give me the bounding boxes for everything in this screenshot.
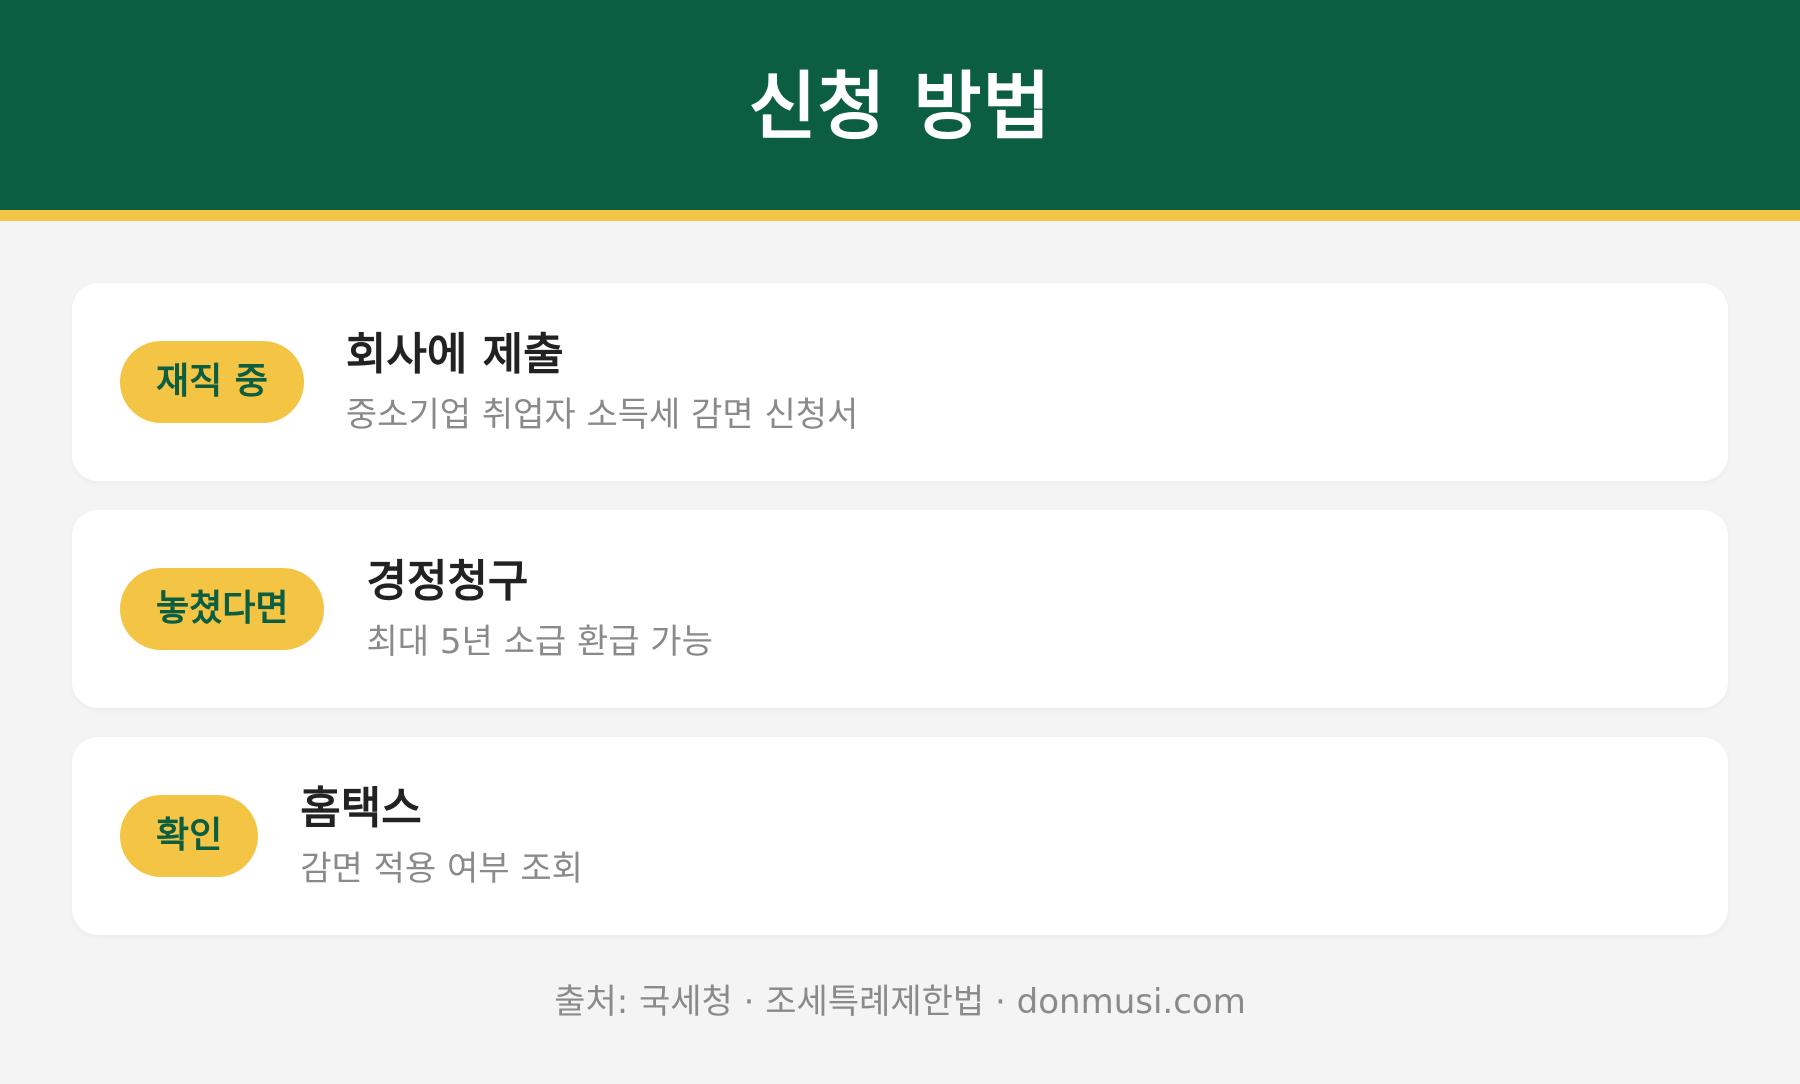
page-header: 신청 방법: [0, 0, 1800, 210]
step-card-hometax: 확인 홈택스 감면 적용 여부 조회: [72, 737, 1728, 935]
step-badge: 재직 중: [120, 341, 304, 423]
step-description: 최대 5년 소급 환급 가능: [366, 622, 713, 662]
step-badge: 놓쳤다면: [120, 568, 325, 650]
step-text: 홈택스 감면 적용 여부 조회: [300, 781, 583, 891]
step-card-submit-to-company: 재직 중 회사에 제출 중소기업 취업자 소득세 감면 신청서: [72, 283, 1728, 481]
page-title: 신청 방법: [748, 63, 1052, 150]
source-footer: 출처: 국세청 · 조세특례제한법 · donmusi.com: [554, 982, 1246, 1022]
step-title: 홈택스: [300, 783, 422, 834]
step-badge: 확인: [120, 795, 259, 877]
accent-divider: [0, 210, 1800, 221]
step-title: 회사에 제출: [345, 329, 564, 380]
step-card-correction-claim: 놓쳤다면 경정청구 최대 5년 소급 환급 가능: [72, 510, 1728, 708]
step-description: 중소기업 취업자 소득세 감면 신청서: [345, 395, 859, 435]
step-text: 회사에 제출 중소기업 취업자 소득세 감면 신청서: [346, 327, 858, 437]
step-text: 경정청구 최대 5년 소급 환급 가능: [366, 554, 712, 664]
step-title: 경정청구: [366, 556, 529, 607]
step-description: 감면 적용 여부 조회: [300, 849, 583, 889]
